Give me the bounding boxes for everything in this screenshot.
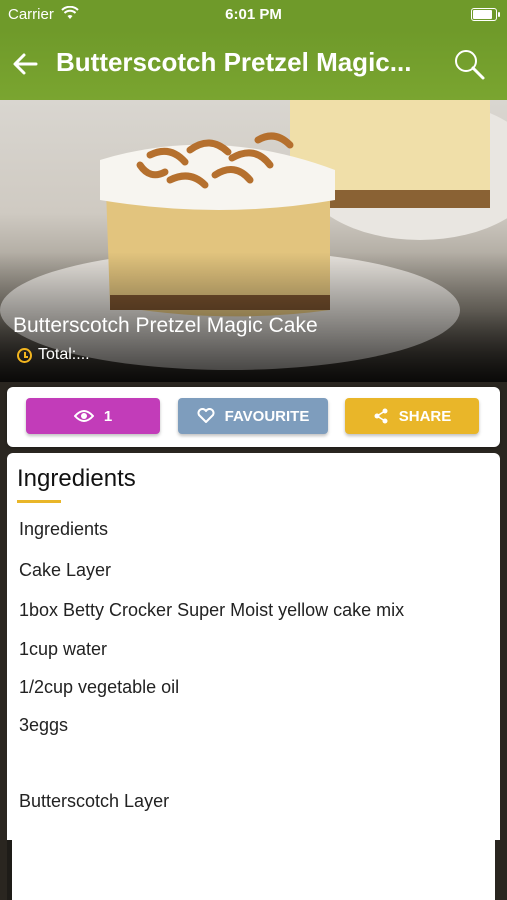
total-time-label: Total:...	[38, 346, 90, 363]
battery-icon	[471, 8, 500, 21]
eye-icon	[73, 410, 94, 422]
ingredient-line: 3eggs	[19, 715, 69, 735]
ingredient-line: 1/2cup vegetable oil	[19, 677, 180, 697]
arrow-left-icon[interactable]	[10, 48, 42, 80]
action-bar: 1 FAVOURITE SHARE	[7, 387, 500, 447]
ingredients-heading: Ingredients	[17, 465, 136, 492]
status-bar: Carrier 6:01 PM	[0, 0, 507, 30]
recipe-hero-image: Butterscotch Pretzel Magic Cake Total:..…	[0, 100, 507, 382]
ingredient-line: Butterscotch Layer	[19, 791, 170, 811]
favourite-button[interactable]: FAVOURITE	[178, 398, 328, 434]
search-icon[interactable]	[453, 48, 487, 82]
heading-underline	[17, 500, 61, 503]
views-button[interactable]: 1	[26, 398, 160, 434]
page-title: Butterscotch Pretzel Magic...	[56, 47, 412, 77]
share-button[interactable]: SHARE	[345, 398, 479, 434]
ingredient-line: Cake Layer	[19, 560, 112, 580]
nav-bar: Butterscotch Pretzel Magic...	[0, 30, 507, 100]
favourite-label: FAVOURITE	[224, 407, 310, 425]
clock-icon	[17, 347, 32, 363]
clock-time: 6:01 PM	[225, 6, 282, 23]
views-count: 1	[103, 407, 113, 425]
ingredients-card: Ingredients Ingredients Cake Layer 1box …	[7, 453, 500, 840]
bottom-panel	[12, 840, 495, 900]
share-icon	[374, 408, 388, 424]
share-label: SHARE	[398, 407, 452, 425]
total-time: Total:...	[17, 346, 90, 364]
ingredient-line: 1cup water	[19, 639, 108, 659]
ingredient-line: 1box Betty Crocker Super Moist yellow ca…	[19, 600, 405, 620]
recipe-title: Butterscotch Pretzel Magic Cake	[13, 314, 318, 337]
heart-icon	[197, 408, 215, 423]
ingredient-line: Ingredients	[19, 519, 109, 539]
